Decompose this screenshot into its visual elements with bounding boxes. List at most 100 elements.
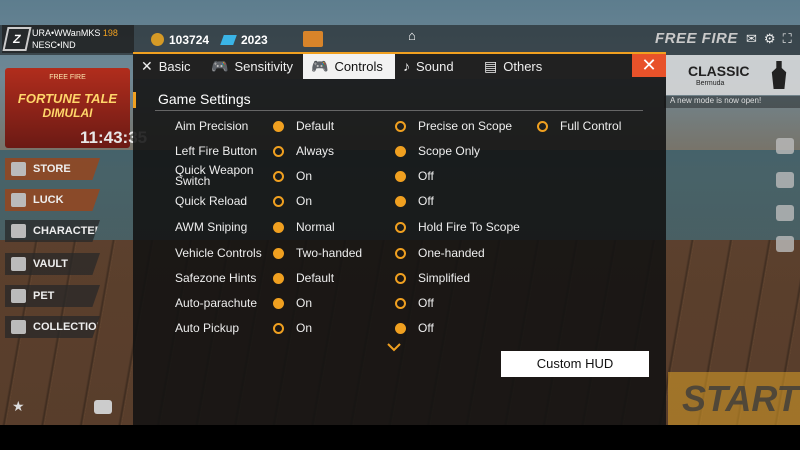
tab-controls[interactable]: 🎮 Controls <box>303 54 395 79</box>
gift-icon[interactable] <box>303 31 323 47</box>
radio-unselected-icon[interactable] <box>395 221 406 233</box>
chevron-down-icon[interactable] <box>387 342 401 352</box>
diamond-counter[interactable]: 2023 <box>220 31 268 49</box>
radio-selected-icon[interactable] <box>395 322 406 334</box>
setting-option-label: Off <box>418 296 434 310</box>
menu-character-label: CHARACTER <box>33 225 103 237</box>
character-icon <box>11 224 26 238</box>
setting-option[interactable]: Scope Only <box>395 139 480 163</box>
setting-label: Auto-parachute <box>175 295 258 310</box>
player-card[interactable]: Z URA•WWanMKS 198 NESC•IND <box>2 25 134 53</box>
close-button[interactable]: ✕ <box>632 54 666 77</box>
setting-label: Left Fire Button <box>175 143 258 158</box>
tab-controls-label: Controls <box>334 59 383 74</box>
radio-unselected-icon[interactable] <box>537 120 548 132</box>
radio-unselected-icon[interactable] <box>395 247 406 259</box>
start-button[interactable]: START <box>668 372 800 425</box>
radio-selected-icon[interactable] <box>273 272 284 284</box>
tab-basic[interactable]: ✕ Basic <box>133 54 205 79</box>
gold-counter[interactable]: 103724 <box>151 31 209 49</box>
chat-icon[interactable] <box>94 400 112 414</box>
setting-label: Quick Reload <box>175 193 248 208</box>
setting-option-label: On <box>296 194 313 208</box>
radio-unselected-icon[interactable] <box>395 297 406 309</box>
diamond-value: 2023 <box>241 33 268 47</box>
menu-vault[interactable]: VAULT <box>5 253 100 275</box>
tab-sensitivity-label: Sensitivity <box>234 59 293 74</box>
tab-others[interactable]: ▤ Others <box>484 54 564 79</box>
trophy-icon[interactable] <box>776 172 794 188</box>
setting-option[interactable]: Simplified <box>395 266 470 290</box>
setting-option[interactable]: Always <box>273 139 334 163</box>
setting-option[interactable]: On <box>273 291 312 315</box>
setting-option[interactable]: Off <box>395 291 434 315</box>
home-icon[interactable]: ⌂ <box>408 28 416 43</box>
radio-unselected-icon[interactable] <box>273 170 284 182</box>
mode-name: CLASSIC <box>688 63 750 79</box>
radio-unselected-icon[interactable] <box>273 145 284 157</box>
menu-collection[interactable]: COLLECTION <box>5 316 100 338</box>
fullscreen-icon[interactable]: ⛶ <box>783 31 799 46</box>
custom-hud-button[interactable]: Custom HUD <box>501 351 649 377</box>
radio-selected-icon[interactable] <box>273 297 284 309</box>
setting-option-label: Off <box>418 321 434 335</box>
setting-option-label: Default <box>296 271 335 285</box>
radio-selected-icon[interactable] <box>273 221 284 233</box>
settings-tabbar: ✕ Basic 🎮 Sensitivity 🎮 Controls ♪ Sound ▤ Ot… <box>133 52 666 79</box>
rewards-icon[interactable] <box>776 205 794 221</box>
setting-option-label: One-handed <box>418 246 485 260</box>
setting-option[interactable]: Off <box>395 164 434 188</box>
menu-luck-royale[interactable]: LUCK ROYALE <box>5 189 100 211</box>
tab-sound[interactable]: ♪ Sound <box>403 54 475 79</box>
setting-option[interactable]: Off <box>395 316 434 340</box>
guild-name: NESC•IND <box>32 40 76 50</box>
event-banner-subtitle: DIMULAI <box>42 106 93 120</box>
mail-icon[interactable]: ✉ <box>746 31 764 46</box>
store-icon <box>11 162 26 176</box>
radio-selected-icon[interactable] <box>395 145 406 157</box>
tab-sensitivity[interactable]: 🎮 Sensitivity <box>211 54 307 79</box>
setting-option[interactable]: On <box>273 164 312 188</box>
tab-basic-label: Basic <box>158 59 191 74</box>
vault-icon <box>11 257 26 271</box>
setting-label: AWM Sniping <box>175 219 248 234</box>
gear-icon[interactable]: ⚙ <box>764 31 783 46</box>
setting-option[interactable]: Default <box>273 114 334 138</box>
menu-character[interactable]: CHARACTER <box>5 220 100 242</box>
menu-store[interactable]: STORE <box>5 158 100 180</box>
news-ticker: A new mode is now open! <box>664 96 800 108</box>
radio-unselected-icon[interactable] <box>395 120 406 132</box>
setting-option-label: On <box>296 321 313 335</box>
game-logo: FREE FIRE <box>655 30 738 47</box>
setting-option-label: Scope Only <box>418 144 481 158</box>
setting-option[interactable]: On <box>273 316 312 340</box>
setting-option[interactable]: Hold Fire To Scope <box>395 215 520 239</box>
friends-icon[interactable] <box>776 138 794 154</box>
setting-option-label: On <box>296 296 313 310</box>
setting-option[interactable]: Two-handed <box>273 241 362 265</box>
setting-option[interactable]: Off <box>395 189 434 213</box>
setting-option[interactable]: One-handed <box>395 241 485 265</box>
radio-selected-icon[interactable] <box>273 247 284 259</box>
radio-unselected-icon[interactable] <box>273 195 284 207</box>
menu-pet[interactable]: PET <box>5 285 100 307</box>
setting-row: Quick Reload On Off <box>133 189 666 213</box>
radio-selected-icon[interactable] <box>395 195 406 207</box>
setting-row: Safezone Hints Default Simplified <box>133 266 666 290</box>
event-banner-title: FORTUNE TALE <box>17 91 118 106</box>
radio-unselected-icon[interactable] <box>273 322 284 334</box>
section-title: Game Settings <box>158 91 251 107</box>
setting-option[interactable]: Precise on Scope <box>395 114 512 138</box>
radio-selected-icon[interactable] <box>395 170 406 182</box>
setting-option[interactable]: Full Control <box>537 114 621 138</box>
setting-option-label: Hold Fire To Scope <box>418 220 520 234</box>
mode-selector[interactable]: CLASSIC Bermuda <box>666 55 800 95</box>
setting-option[interactable]: Default <box>273 266 334 290</box>
setting-option[interactable]: Normal <box>273 215 335 239</box>
radio-unselected-icon[interactable] <box>395 272 406 284</box>
radio-selected-icon[interactable] <box>273 120 284 132</box>
event-icon[interactable]: ★ <box>12 398 25 415</box>
gold-coin-icon <box>151 33 164 46</box>
setting-option[interactable]: On <box>273 189 312 213</box>
shield-icon[interactable] <box>776 236 794 252</box>
